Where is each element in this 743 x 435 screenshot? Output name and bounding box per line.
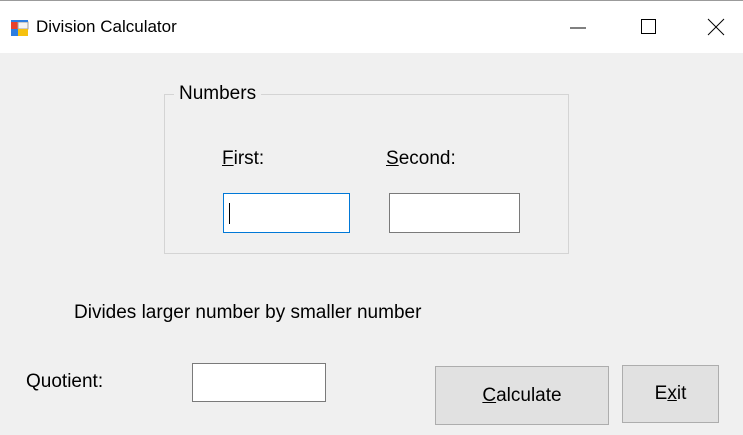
close-button[interactable] (686, 1, 743, 53)
windows-form-icon (11, 19, 29, 37)
title-bar[interactable]: Division Calculator (0, 1, 743, 53)
text-caret (229, 203, 230, 224)
description-label: Divides larger number by smaller number (74, 302, 422, 323)
division-calculator-window: Division Calculator Numbers First: Secon… (0, 0, 743, 435)
second-label-mnemonic: S (386, 148, 399, 169)
first-number-input[interactable] (223, 193, 350, 233)
quotient-label: Quotient: (26, 371, 104, 392)
calculate-text: alculate (496, 384, 562, 406)
first-label-text: irst: (233, 148, 265, 169)
first-label-mnemonic: F (222, 148, 234, 169)
calculate-button[interactable]: Calculate (435, 366, 609, 425)
minimize-icon (570, 27, 586, 29)
maximize-button[interactable] (621, 1, 681, 53)
exit-text-after: it (676, 383, 687, 404)
second-number-input[interactable] (389, 193, 520, 233)
close-icon (707, 18, 725, 36)
exit-mnemonic: x (667, 383, 677, 404)
calculate-mnemonic: C (482, 384, 497, 406)
first-label: First: (222, 148, 264, 170)
numbers-group-legend: Numbers (174, 83, 262, 105)
quotient-output[interactable] (192, 363, 326, 402)
exit-text-before: E (654, 383, 668, 404)
second-label: Second: (386, 148, 456, 170)
window-title: Division Calculator (36, 17, 177, 36)
maximize-icon (641, 19, 656, 34)
second-label-text: econd: (398, 148, 456, 169)
minimize-button[interactable] (548, 1, 608, 53)
exit-button[interactable]: Exit (622, 365, 719, 423)
